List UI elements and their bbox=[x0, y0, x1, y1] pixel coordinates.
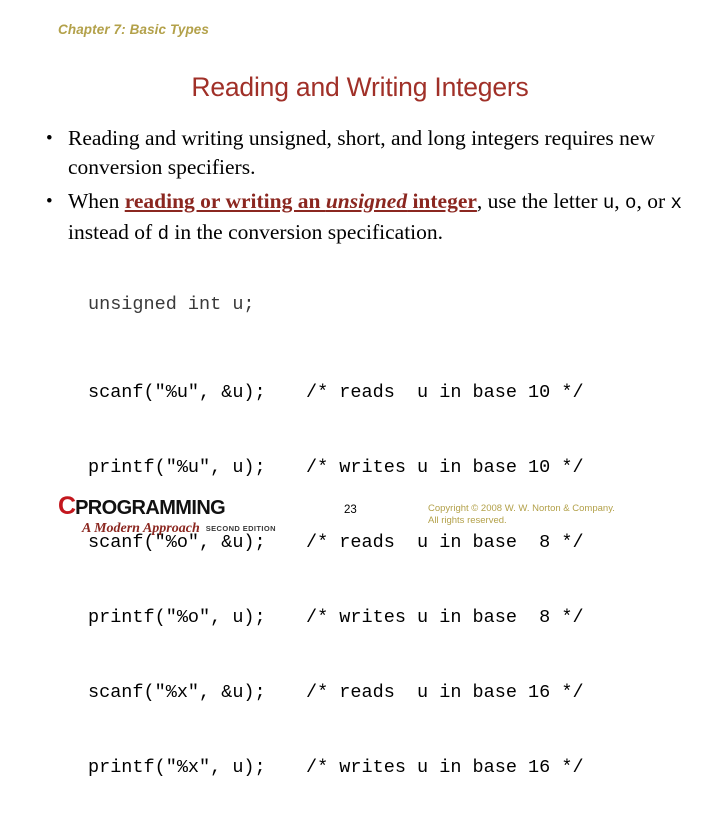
body-content: • Reading and writing unsigned, short, a… bbox=[38, 124, 688, 249]
code-comment: /* reads u in base 10 */ bbox=[306, 382, 584, 403]
text-segment: Reading and writing unsigned, short, and… bbox=[68, 126, 655, 179]
text-segment: When bbox=[68, 189, 125, 213]
list-item: • Reading and writing unsigned, short, a… bbox=[38, 124, 688, 182]
page-number: 23 bbox=[344, 504, 357, 516]
copyright-notice: Copyright © 2008 W. W. Norton & Company.… bbox=[428, 503, 615, 527]
emphasis-italic-segment: unsigned bbox=[325, 189, 408, 213]
code-statement: printf("%u", u); bbox=[88, 457, 266, 478]
list-item-text: Reading and writing unsigned, short, and… bbox=[68, 126, 655, 179]
code-statement: printf("%o", u); bbox=[88, 607, 266, 628]
book-logo: CPROGRAMMING A Modern Approach SECOND EDI… bbox=[58, 494, 288, 538]
chapter-header: Chapter 7: Basic Types bbox=[58, 22, 210, 37]
code-statement: printf("%x", u); bbox=[88, 757, 266, 778]
code-line: printf("%o", u); /* writes u in base 8 */ bbox=[88, 605, 584, 630]
code-line: scanf("%u", &u); /* reads u in base 10 */ bbox=[88, 380, 584, 405]
text-segment: , or bbox=[636, 189, 671, 213]
logo-tagline: A Modern Approach bbox=[82, 521, 200, 536]
code-line: printf("%x", u); /* writes u in base 16 *… bbox=[88, 755, 584, 780]
code-declaration: unsigned int u; bbox=[88, 294, 255, 315]
text-segment: instead of bbox=[68, 220, 158, 244]
text-segment: in the conversion specification. bbox=[168, 220, 444, 244]
page-title: Reading and Writing Integers bbox=[191, 72, 529, 102]
logo-wordmark: CPROGRAMMING bbox=[58, 492, 226, 520]
code-segment: o bbox=[625, 192, 637, 214]
slide-footer: CPROGRAMMING A Modern Approach SECOND EDI… bbox=[0, 492, 720, 540]
code-comment: /* writes u in base 16 */ bbox=[306, 757, 584, 778]
slide: Chapter 7: Basic Types Reading and Writi… bbox=[0, 0, 720, 778]
list-item-text: When reading or writing an unsigned inte… bbox=[68, 189, 682, 245]
bullet-marker-icon: • bbox=[46, 128, 53, 149]
code-comment: /* writes u in base 10 */ bbox=[306, 457, 584, 478]
code-block: scanf("%u", &u); /* reads u in base 10 */… bbox=[88, 330, 584, 830]
code-statement: scanf("%x", &u); bbox=[88, 682, 266, 703]
code-line: printf("%u", u); /* writes u in base 10 *… bbox=[88, 455, 584, 480]
code-statement: scanf("%u", &u); bbox=[88, 382, 266, 403]
logo-programming-text: PROGRAMMING bbox=[75, 497, 226, 519]
text-segment: , bbox=[614, 189, 626, 213]
code-segment: d bbox=[157, 223, 169, 245]
code-segment: u bbox=[602, 192, 615, 214]
text-segment: , use the letter bbox=[476, 189, 603, 213]
logo-c-letter: C bbox=[58, 492, 76, 520]
code-line: scanf("%x", &u); /* reads u in base 16 */ bbox=[88, 680, 584, 705]
code-comment: /* writes u in base 8 */ bbox=[306, 607, 584, 628]
code-segment: x bbox=[670, 192, 682, 214]
code-comment: /* reads u in base 16 */ bbox=[306, 682, 584, 703]
logo-subtitle: A Modern Approach SECOND EDITION bbox=[82, 520, 276, 536]
list-item: • When reading or writing an unsigned in… bbox=[38, 187, 688, 249]
copyright-line-1: Copyright © 2008 W. W. Norton & Company. bbox=[428, 503, 615, 514]
copyright-line-2: All rights reserved. bbox=[428, 515, 507, 526]
emphasis-segment: reading or writing an bbox=[124, 189, 326, 213]
bullet-marker-icon: • bbox=[46, 191, 53, 212]
logo-edition: SECOND EDITION bbox=[205, 524, 276, 533]
emphasis-segment: integer bbox=[407, 189, 477, 213]
